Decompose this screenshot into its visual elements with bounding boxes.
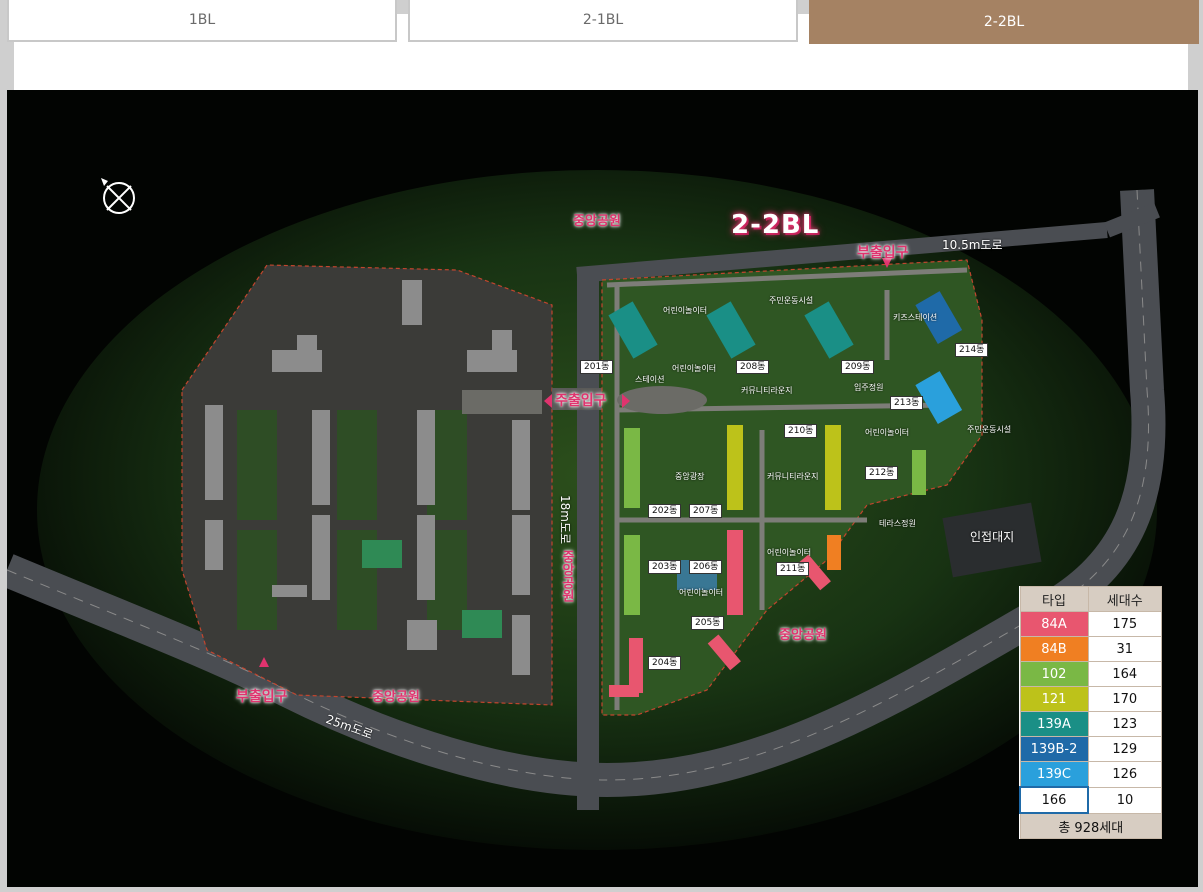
legend-count: 10 xyxy=(1087,786,1162,814)
legend-row: 84B 31 xyxy=(1019,636,1162,662)
label-central-park-bottom: 중앙공원 xyxy=(372,690,420,705)
label-sub-entrance-left: 부출입구 xyxy=(236,689,288,705)
dong-label: 211동 xyxy=(776,562,810,576)
legend-type: 121 xyxy=(1019,686,1089,712)
facility-label: 주민운동시설 xyxy=(967,425,1012,434)
dong-label: 204동 xyxy=(648,656,682,670)
legend-count: 164 xyxy=(1087,661,1162,687)
legend-row: 139A 123 xyxy=(1019,711,1162,737)
dong-label: 212동 xyxy=(865,466,899,480)
label-adjacent-land: 인접대지 xyxy=(970,530,1015,544)
unit-type-legend: 타입 세대수 84A 175 84B 31 102 164 121 170 13… xyxy=(1019,586,1162,839)
legend-count: 170 xyxy=(1087,686,1162,712)
legend-type: 102 xyxy=(1019,661,1089,687)
compass-icon xyxy=(101,178,135,214)
facility-label: 어린이놀이터 xyxy=(865,428,910,437)
label-road-10-5m: 10.5m도로 xyxy=(942,238,1003,252)
tab-2-2bl[interactable]: 2-2BL xyxy=(809,0,1199,44)
facility-label: 중앙광장 xyxy=(675,472,705,481)
legend-type: 139C xyxy=(1019,761,1089,788)
label-road-18m: 18m도로 xyxy=(558,495,572,545)
site-plan-map: 2-2BL 중앙공원 부출입구 10.5m도로 주출입구 18m도로 중앙공원 … xyxy=(7,90,1198,887)
dong-label: 201동 xyxy=(580,360,614,374)
dong-label: 202동 xyxy=(648,504,682,518)
label-central-park-right: 중앙공원 xyxy=(779,628,827,643)
legend-row: 139C 126 xyxy=(1019,761,1162,788)
legend-count: 123 xyxy=(1087,711,1162,737)
facility-label: 스테이션 xyxy=(635,375,665,384)
legend-row: 121 170 xyxy=(1019,686,1162,712)
legend-row: 166 10 xyxy=(1019,786,1162,814)
legend-type: 84B xyxy=(1019,636,1089,662)
dong-label: 206동 xyxy=(689,560,723,574)
dong-label: 208동 xyxy=(736,360,770,374)
legend-header-count: 세대수 xyxy=(1087,586,1162,612)
facility-label: 테라스정원 xyxy=(879,519,916,528)
label-central-park-vertical: 중앙공원 xyxy=(559,550,574,602)
legend-row: 102 164 xyxy=(1019,661,1162,687)
legend-header-type: 타입 xyxy=(1019,586,1089,612)
dong-label: 203동 xyxy=(648,560,682,574)
facility-label: 커뮤니티라운지 xyxy=(741,386,793,395)
tab-1bl[interactable]: 1BL xyxy=(7,0,397,42)
legend-type: 166 xyxy=(1019,786,1089,814)
legend-row: 84A 175 xyxy=(1019,611,1162,637)
tab-2-1bl[interactable]: 2-1BL xyxy=(408,0,798,42)
facility-label: 어린이놀이터 xyxy=(767,548,812,557)
dong-label: 214동 xyxy=(955,343,989,357)
legend-count: 129 xyxy=(1087,736,1162,762)
legend-count: 175 xyxy=(1087,611,1162,637)
dong-label: 207동 xyxy=(689,504,723,518)
facility-label: 커뮤니티라운지 xyxy=(767,472,819,481)
label-sub-entrance-top: 부출입구 xyxy=(857,245,909,261)
label-central-park-top: 중앙공원 xyxy=(573,214,621,229)
legend-type: 84A xyxy=(1019,611,1089,637)
legend-count: 31 xyxy=(1087,636,1162,662)
dong-label: 205동 xyxy=(691,616,725,630)
dong-label: 210동 xyxy=(784,424,818,438)
facility-label: 주민운동시설 xyxy=(769,296,814,305)
facility-label: 어린이놀이터 xyxy=(663,306,708,315)
facility-label: 어린이놀이터 xyxy=(672,364,717,373)
dong-label: 213동 xyxy=(890,396,924,410)
dong-label: 209동 xyxy=(841,360,875,374)
facility-label: 입주정원 xyxy=(854,383,884,392)
block-title: 2-2BL xyxy=(731,210,820,240)
facility-label: 키즈스테이션 xyxy=(893,313,938,322)
legend-total: 총 928세대 xyxy=(1019,812,1162,839)
legend-count: 126 xyxy=(1087,761,1162,788)
legend-type: 139A xyxy=(1019,711,1089,737)
facility-label: 어린이놀이터 xyxy=(679,588,724,597)
legend-row: 139B-2 129 xyxy=(1019,736,1162,762)
legend-type: 139B-2 xyxy=(1019,736,1089,762)
label-main-entrance: 주출입구 xyxy=(555,393,607,409)
